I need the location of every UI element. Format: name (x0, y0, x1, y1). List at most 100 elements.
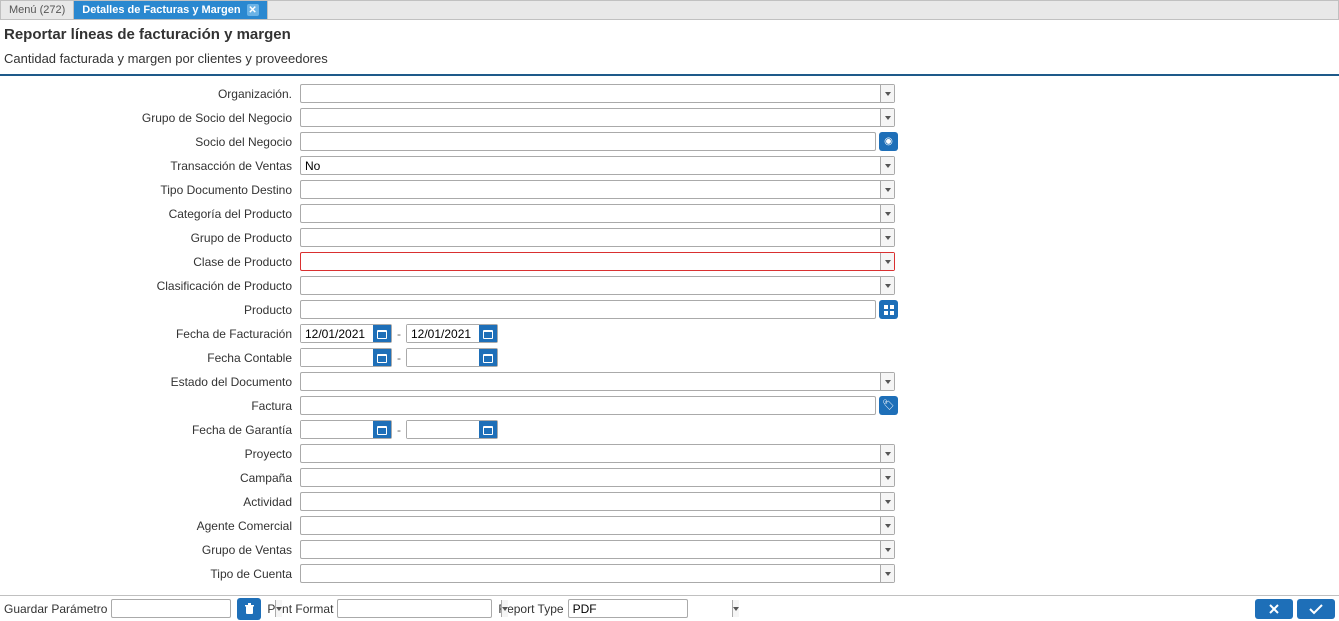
chevron-down-icon[interactable] (880, 109, 894, 126)
socio-input[interactable] (301, 133, 875, 150)
factura-input[interactable] (301, 397, 875, 414)
label-clase-producto: Clase de Producto (0, 255, 300, 269)
factura-lookup-button[interactable]: 🏷 (879, 396, 898, 415)
chevron-down-icon[interactable] (880, 469, 894, 486)
tipo-cuenta-input[interactable] (301, 565, 880, 582)
calendar-icon[interactable] (479, 349, 497, 366)
save-param-input[interactable] (112, 600, 275, 617)
fecha-facturacion-from[interactable] (300, 324, 392, 343)
tab-menu[interactable]: Menú (272) (1, 1, 74, 19)
fecha-facturacion-from-input[interactable] (301, 325, 373, 342)
agente-select[interactable] (300, 516, 895, 535)
chevron-down-icon[interactable] (732, 600, 739, 617)
chevron-down-icon[interactable] (880, 253, 894, 270)
campana-input[interactable] (301, 469, 880, 486)
print-format-select[interactable] (337, 599, 492, 618)
grupo-producto-select[interactable] (300, 228, 895, 247)
tab-menu-label: Menú (272) (9, 4, 65, 16)
range-separator: - (395, 423, 403, 437)
print-format-input[interactable] (338, 600, 501, 617)
page-header: Reportar líneas de facturación y margen … (0, 20, 1339, 76)
chevron-down-icon[interactable] (275, 600, 282, 617)
grupo-producto-input[interactable] (301, 229, 880, 246)
campana-select[interactable] (300, 468, 895, 487)
report-type-input[interactable] (569, 600, 732, 617)
estado-doc-input[interactable] (301, 373, 880, 390)
actividad-input[interactable] (301, 493, 880, 510)
factura-input-wrap[interactable] (300, 396, 876, 415)
categoria-producto-input[interactable] (301, 205, 880, 222)
chevron-down-icon[interactable] (880, 373, 894, 390)
calendar-icon[interactable] (479, 325, 497, 342)
producto-lookup-button[interactable] (879, 300, 898, 319)
chevron-down-icon[interactable] (880, 445, 894, 462)
chevron-down-icon[interactable] (880, 229, 894, 246)
fecha-contable-from[interactable] (300, 348, 392, 367)
chevron-down-icon[interactable] (880, 565, 894, 582)
clasif-producto-input[interactable] (301, 277, 880, 294)
organizacion-input[interactable] (301, 85, 880, 102)
trans-ventas-input[interactable] (301, 157, 880, 174)
chevron-down-icon[interactable] (880, 277, 894, 294)
chevron-down-icon[interactable] (501, 600, 508, 617)
save-param-select[interactable] (111, 599, 231, 618)
socio-input-wrap[interactable] (300, 132, 876, 151)
chevron-down-icon[interactable] (880, 205, 894, 222)
clase-producto-input[interactable] (301, 253, 880, 270)
proyecto-input[interactable] (301, 445, 880, 462)
grupo-socio-input[interactable] (301, 109, 880, 126)
fecha-facturacion-to[interactable] (406, 324, 498, 343)
row-factura: Factura 🏷 (0, 396, 1339, 415)
fecha-contable-to-input[interactable] (407, 349, 479, 366)
grupo-ventas-input[interactable] (301, 541, 880, 558)
clasif-producto-select[interactable] (300, 276, 895, 295)
row-campana: Campaña (0, 468, 1339, 487)
clase-producto-select[interactable] (300, 252, 895, 271)
calendar-icon[interactable] (373, 325, 391, 342)
label-grupo-ventas: Grupo de Ventas (0, 543, 300, 557)
chevron-down-icon[interactable] (880, 517, 894, 534)
calendar-icon[interactable] (479, 421, 497, 438)
grupo-socio-select[interactable] (300, 108, 895, 127)
estado-doc-select[interactable] (300, 372, 895, 391)
grupo-ventas-select[interactable] (300, 540, 895, 559)
close-icon[interactable]: ✕ (247, 4, 259, 16)
fecha-garantia-from-input[interactable] (301, 421, 373, 438)
row-actividad: Actividad (0, 492, 1339, 511)
label-fecha-garantia: Fecha de Garantía (0, 423, 300, 437)
socio-lookup-button[interactable]: ◉ (879, 132, 898, 151)
tab-detalles-facturas[interactable]: Detalles de Facturas y Margen ✕ (74, 1, 267, 19)
categoria-producto-select[interactable] (300, 204, 895, 223)
trans-ventas-select[interactable] (300, 156, 895, 175)
fecha-garantia-from[interactable] (300, 420, 392, 439)
label-trans-ventas: Transacción de Ventas (0, 159, 300, 173)
producto-input-wrap[interactable] (300, 300, 876, 319)
fecha-contable-to[interactable] (406, 348, 498, 367)
chevron-down-icon[interactable] (880, 157, 894, 174)
tipo-doc-input[interactable] (301, 181, 880, 198)
fecha-garantia-to[interactable] (406, 420, 498, 439)
ok-button[interactable] (1297, 599, 1335, 619)
actividad-select[interactable] (300, 492, 895, 511)
fecha-garantia-to-input[interactable] (407, 421, 479, 438)
label-organizacion: Organización. (0, 87, 300, 101)
organizacion-select[interactable] (300, 84, 895, 103)
label-tipo-doc: Tipo Documento Destino (0, 183, 300, 197)
chevron-down-icon[interactable] (880, 181, 894, 198)
label-fecha-facturacion: Fecha de Facturación (0, 327, 300, 341)
tipo-cuenta-select[interactable] (300, 564, 895, 583)
chevron-down-icon[interactable] (880, 85, 894, 102)
report-type-select[interactable] (568, 599, 688, 618)
producto-input[interactable] (301, 301, 875, 318)
agente-input[interactable] (301, 517, 880, 534)
calendar-icon[interactable] (373, 349, 391, 366)
fecha-facturacion-to-input[interactable] (407, 325, 479, 342)
chevron-down-icon[interactable] (880, 493, 894, 510)
tipo-doc-select[interactable] (300, 180, 895, 199)
calendar-icon[interactable] (373, 421, 391, 438)
fecha-contable-from-input[interactable] (301, 349, 373, 366)
report-form: Organización. Grupo de Socio del Negocio… (0, 78, 1339, 593)
chevron-down-icon[interactable] (880, 541, 894, 558)
cancel-button[interactable] (1255, 599, 1293, 619)
proyecto-select[interactable] (300, 444, 895, 463)
